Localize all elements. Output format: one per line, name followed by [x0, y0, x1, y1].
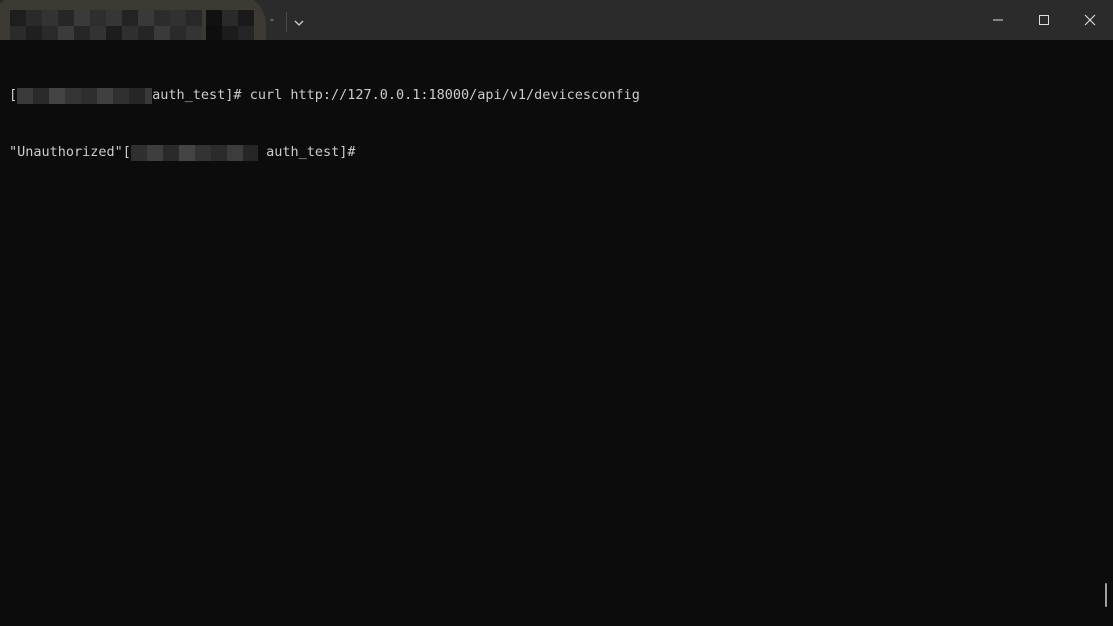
title-bar: - — [0, 0, 1113, 40]
command-text: curl http://127.0.0.1:18000/api/v1/devic… — [249, 87, 640, 103]
close-icon — [1084, 14, 1096, 26]
prompt-bracket: [ — [122, 144, 131, 160]
new-tab-dropdown-button[interactable] — [290, 12, 308, 32]
terminal-line: [ auth_test]# curl http://127.0.0.1:18000… — [9, 86, 1093, 105]
terminal-line: "Unauthorized"[ auth_test]# — [9, 143, 1093, 162]
command-output: "Unauthorized" — [9, 144, 123, 160]
prompt-suffix: auth_test]# — [257, 144, 356, 160]
prompt-suffix: auth_test]# — [152, 87, 250, 103]
maximize-button[interactable] — [1021, 0, 1067, 40]
minimize-button[interactable] — [975, 0, 1021, 40]
tab-divider — [286, 12, 287, 32]
minimize-icon — [993, 19, 1003, 21]
maximize-icon — [1039, 15, 1049, 25]
tab-close-button[interactable]: - — [266, 13, 278, 27]
prompt-bracket: [ — [9, 87, 18, 103]
terminal-output[interactable]: [ auth_test]# curl http://127.0.0.1:18000… — [9, 48, 1093, 200]
terminal-window: - [ auth_test]# curl http://127.0.0.1:180… — [0, 0, 1113, 626]
close-window-button[interactable] — [1067, 0, 1113, 40]
scrollbar[interactable] — [1105, 583, 1107, 607]
redacted-hostname — [17, 86, 153, 105]
chevron-down-icon — [294, 20, 304, 26]
redacted-hostname — [130, 143, 258, 162]
tab-terminal[interactable] — [0, 0, 268, 40]
